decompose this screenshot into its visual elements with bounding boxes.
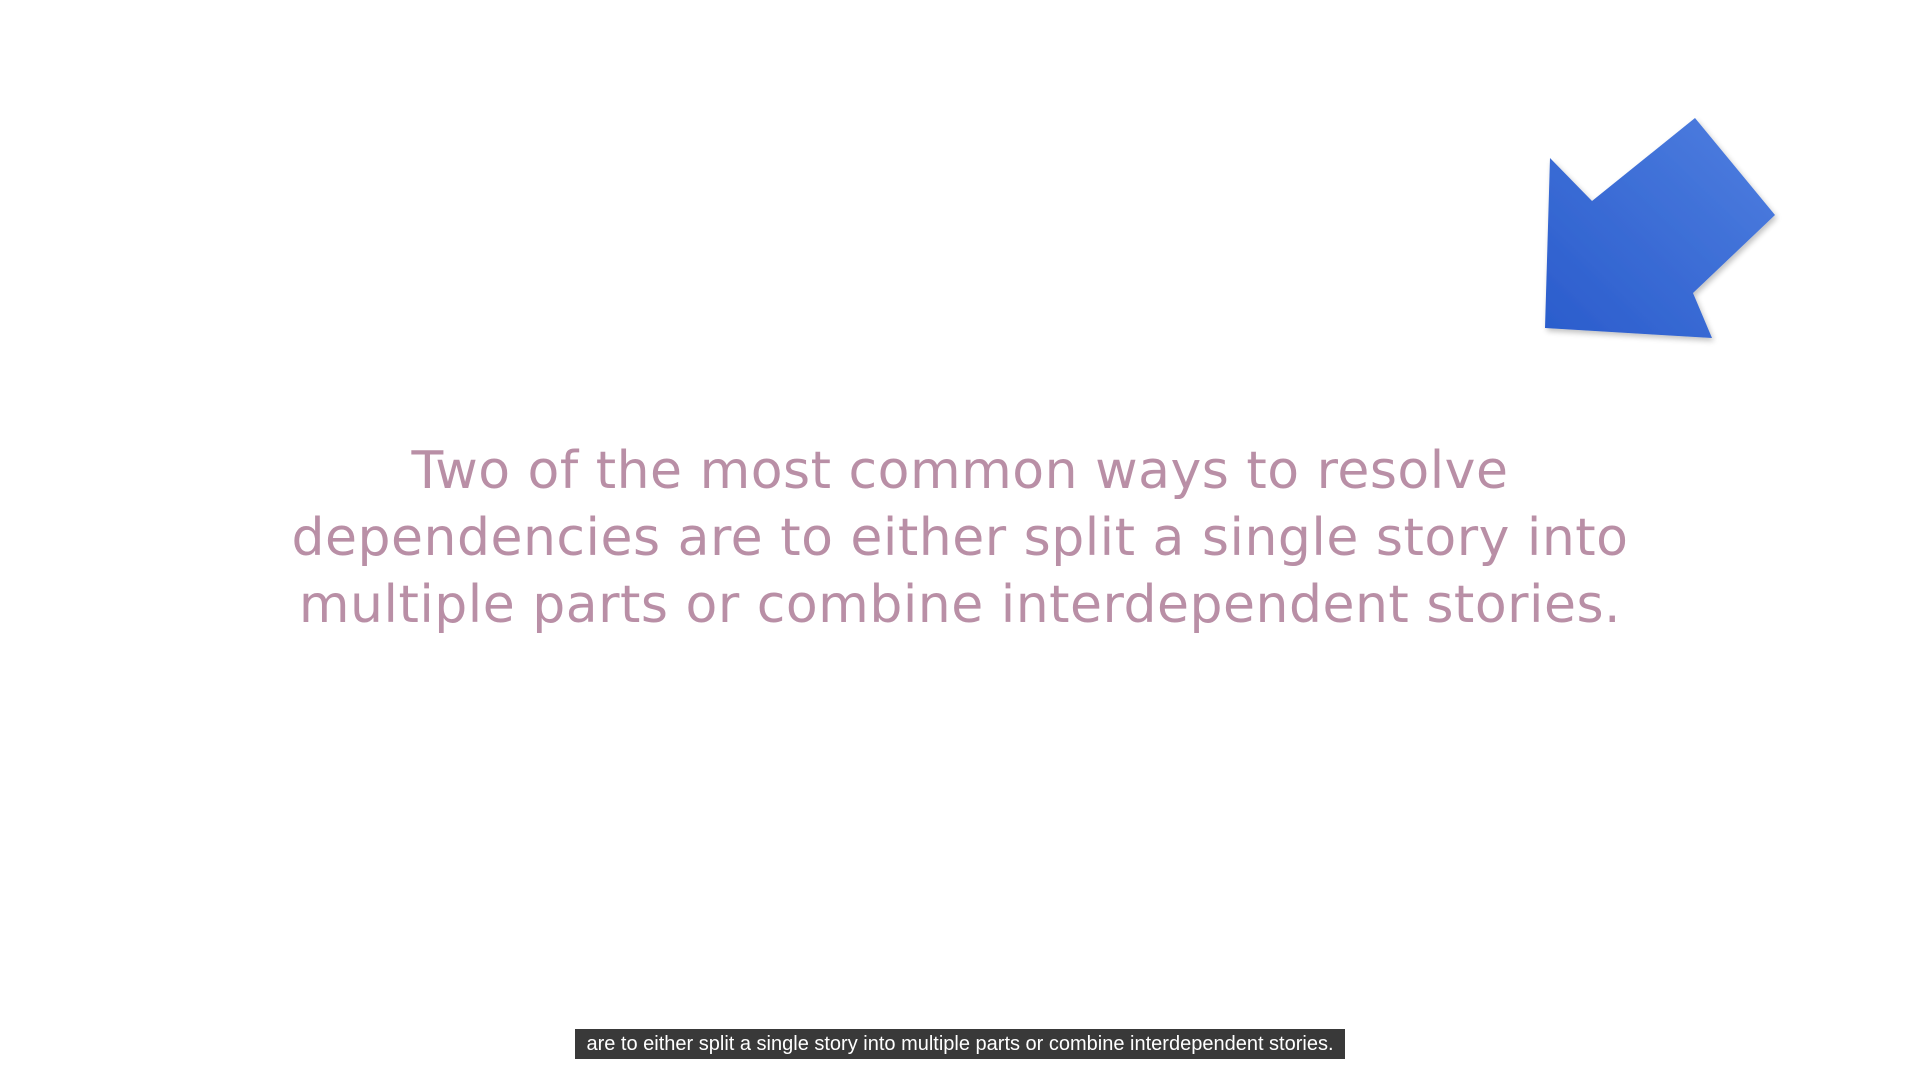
slide-main-text: Two of the most common ways to resolve d… xyxy=(291,441,1629,635)
caption-bar: are to either split a single story into … xyxy=(0,1029,1920,1059)
arrow-graphic xyxy=(1545,118,1775,338)
blue-arrow-icon xyxy=(1535,110,1785,350)
video-frame: Two of the most common ways to resolve d… xyxy=(0,0,1920,1080)
subtitle-caption: are to either split a single story into … xyxy=(575,1029,1345,1059)
arrow-shape xyxy=(1545,118,1775,338)
